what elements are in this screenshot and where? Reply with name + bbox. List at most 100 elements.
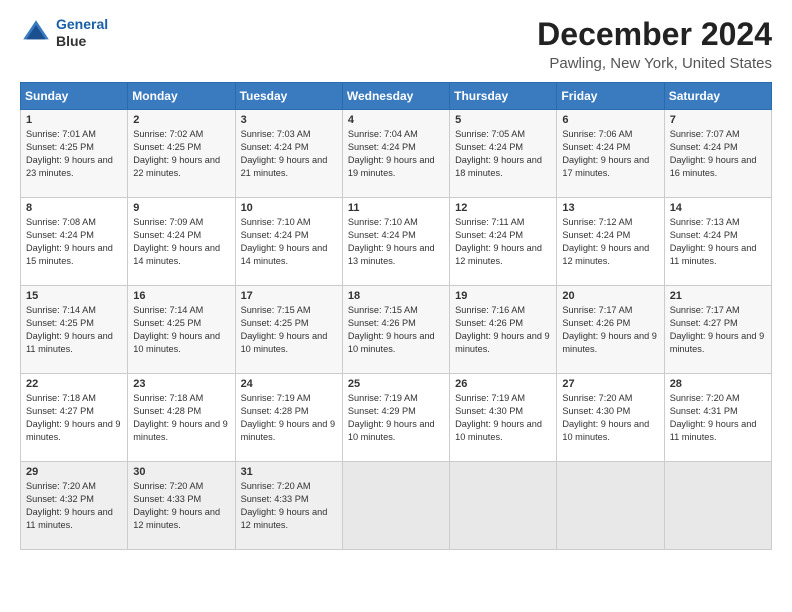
cell-content: Sunrise: 7:03 AM Sunset: 4:24 PM Dayligh… [241, 128, 337, 180]
day-number: 12 [455, 202, 551, 214]
main-title: December 2024 [537, 16, 772, 53]
cell-content: Sunrise: 7:19 AM Sunset: 4:30 PM Dayligh… [455, 392, 551, 444]
calendar-cell: 11Sunrise: 7:10 AM Sunset: 4:24 PM Dayli… [342, 198, 449, 286]
week-row-1: 1 Sunrise: 7:01 AM Sunset: 4:25 PM Daylig… [21, 110, 772, 198]
cell-content: Sunrise: 7:04 AM Sunset: 4:24 PM Dayligh… [348, 128, 444, 180]
day-number: 9 [133, 202, 229, 214]
cell-content: Sunrise: 7:14 AM Sunset: 4:25 PM Dayligh… [133, 304, 229, 356]
day-number: 3 [241, 114, 337, 126]
calendar-cell: 7Sunrise: 7:07 AM Sunset: 4:24 PM Daylig… [664, 110, 771, 198]
calendar-cell: 1 Sunrise: 7:01 AM Sunset: 4:25 PM Daylig… [21, 110, 128, 198]
subtitle: Pawling, New York, United States [537, 55, 772, 72]
col-header-monday: Monday [128, 83, 235, 110]
calendar-cell: 15 Sunrise: 7:14 AM Sunset: 4:25 PM Dayli… [21, 286, 128, 374]
day-number: 14 [670, 202, 766, 214]
cell-content: Sunrise: 7:06 AM Sunset: 4:24 PM Dayligh… [562, 128, 658, 180]
calendar-cell: 23 Sunrise: 7:18 AM Sunset: 4:28 PM Dayli… [128, 374, 235, 462]
day-number: 22 [26, 378, 122, 390]
cell-content: Sunrise: 7:12 AM Sunset: 4:24 PM Dayligh… [562, 216, 658, 268]
calendar-cell: 30Sunrise: 7:20 AM Sunset: 4:33 PM Dayli… [128, 462, 235, 550]
week-row-2: 8Sunrise: 7:08 AM Sunset: 4:24 PM Daylig… [21, 198, 772, 286]
col-header-wednesday: Wednesday [342, 83, 449, 110]
day-number: 17 [241, 290, 337, 302]
col-header-saturday: Saturday [664, 83, 771, 110]
title-block: December 2024 Pawling, New York, United … [537, 16, 772, 72]
calendar-cell: 19 Sunrise: 7:16 AM Sunset: 4:26 PM Dayli… [450, 286, 557, 374]
cell-content: Sunrise: 7:01 AM Sunset: 4:25 PM Dayligh… [26, 128, 122, 180]
cell-content: Sunrise: 7:20 AM Sunset: 4:30 PM Dayligh… [562, 392, 658, 444]
calendar-cell: 24 Sunrise: 7:19 AM Sunset: 4:28 PM Dayli… [235, 374, 342, 462]
cell-content: Sunrise: 7:20 AM Sunset: 4:31 PM Dayligh… [670, 392, 766, 444]
calendar-cell: 20Sunrise: 7:17 AM Sunset: 4:26 PM Dayli… [557, 286, 664, 374]
day-number: 2 [133, 114, 229, 126]
page: General Blue December 2024 Pawling, New … [0, 0, 792, 612]
day-number: 23 [133, 378, 229, 390]
logo: General Blue [20, 16, 108, 50]
calendar-cell [342, 462, 449, 550]
calendar-cell: 4 Sunrise: 7:04 AM Sunset: 4:24 PM Daylig… [342, 110, 449, 198]
calendar-cell: 14 Sunrise: 7:13 AM Sunset: 4:24 PM Dayli… [664, 198, 771, 286]
cell-content: Sunrise: 7:16 AM Sunset: 4:26 PM Dayligh… [455, 304, 551, 356]
calendar-cell: 6Sunrise: 7:06 AM Sunset: 4:24 PM Daylig… [557, 110, 664, 198]
day-number: 21 [670, 290, 766, 302]
week-row-3: 15 Sunrise: 7:14 AM Sunset: 4:25 PM Dayli… [21, 286, 772, 374]
cell-content: Sunrise: 7:15 AM Sunset: 4:25 PM Dayligh… [241, 304, 337, 356]
calendar-table: SundayMondayTuesdayWednesdayThursdayFrid… [20, 82, 772, 550]
header: General Blue December 2024 Pawling, New … [20, 16, 772, 72]
col-header-tuesday: Tuesday [235, 83, 342, 110]
calendar-cell: 26 Sunrise: 7:19 AM Sunset: 4:30 PM Dayli… [450, 374, 557, 462]
calendar-cell: 8Sunrise: 7:08 AM Sunset: 4:24 PM Daylig… [21, 198, 128, 286]
day-number: 25 [348, 378, 444, 390]
calendar-body: 1 Sunrise: 7:01 AM Sunset: 4:25 PM Daylig… [21, 110, 772, 550]
day-number: 15 [26, 290, 122, 302]
day-number: 16 [133, 290, 229, 302]
cell-content: Sunrise: 7:18 AM Sunset: 4:28 PM Dayligh… [133, 392, 229, 444]
day-number: 20 [562, 290, 658, 302]
day-number: 26 [455, 378, 551, 390]
calendar-cell [664, 462, 771, 550]
cell-content: Sunrise: 7:10 AM Sunset: 4:24 PM Dayligh… [241, 216, 337, 268]
cell-content: Sunrise: 7:19 AM Sunset: 4:28 PM Dayligh… [241, 392, 337, 444]
calendar-cell: 29Sunrise: 7:20 AM Sunset: 4:32 PM Dayli… [21, 462, 128, 550]
day-number: 5 [455, 114, 551, 126]
cell-content: Sunrise: 7:18 AM Sunset: 4:27 PM Dayligh… [26, 392, 122, 444]
cell-content: Sunrise: 7:15 AM Sunset: 4:26 PM Dayligh… [348, 304, 444, 356]
calendar-cell: 13 Sunrise: 7:12 AM Sunset: 4:24 PM Dayli… [557, 198, 664, 286]
cell-content: Sunrise: 7:13 AM Sunset: 4:24 PM Dayligh… [670, 216, 766, 268]
calendar-cell: 12Sunrise: 7:11 AM Sunset: 4:24 PM Dayli… [450, 198, 557, 286]
cell-content: Sunrise: 7:20 AM Sunset: 4:32 PM Dayligh… [26, 480, 122, 532]
day-number: 10 [241, 202, 337, 214]
calendar-cell: 21Sunrise: 7:17 AM Sunset: 4:27 PM Dayli… [664, 286, 771, 374]
day-number: 1 [26, 114, 122, 126]
day-number: 8 [26, 202, 122, 214]
calendar-cell [450, 462, 557, 550]
week-row-4: 22 Sunrise: 7:18 AM Sunset: 4:27 PM Dayli… [21, 374, 772, 462]
day-number: 27 [562, 378, 658, 390]
calendar-cell: 27 Sunrise: 7:20 AM Sunset: 4:30 PM Dayli… [557, 374, 664, 462]
calendar-cell: 18 Sunrise: 7:15 AM Sunset: 4:26 PM Dayli… [342, 286, 449, 374]
calendar-cell: 31Sunrise: 7:20 AM Sunset: 4:33 PM Dayli… [235, 462, 342, 550]
col-header-sunday: Sunday [21, 83, 128, 110]
col-header-friday: Friday [557, 83, 664, 110]
calendar-cell: 10 Sunrise: 7:10 AM Sunset: 4:24 PM Dayli… [235, 198, 342, 286]
day-number: 18 [348, 290, 444, 302]
cell-content: Sunrise: 7:14 AM Sunset: 4:25 PM Dayligh… [26, 304, 122, 356]
day-number: 7 [670, 114, 766, 126]
calendar-header: SundayMondayTuesdayWednesdayThursdayFrid… [21, 83, 772, 110]
calendar-cell: 28Sunrise: 7:20 AM Sunset: 4:31 PM Dayli… [664, 374, 771, 462]
day-number: 24 [241, 378, 337, 390]
day-number: 4 [348, 114, 444, 126]
col-header-thursday: Thursday [450, 83, 557, 110]
calendar-cell: 22 Sunrise: 7:18 AM Sunset: 4:27 PM Dayli… [21, 374, 128, 462]
cell-content: Sunrise: 7:20 AM Sunset: 4:33 PM Dayligh… [241, 480, 337, 532]
calendar-cell: 25 Sunrise: 7:19 AM Sunset: 4:29 PM Dayli… [342, 374, 449, 462]
day-number: 13 [562, 202, 658, 214]
week-row-5: 29Sunrise: 7:20 AM Sunset: 4:32 PM Dayli… [21, 462, 772, 550]
cell-content: Sunrise: 7:19 AM Sunset: 4:29 PM Dayligh… [348, 392, 444, 444]
cell-content: Sunrise: 7:02 AM Sunset: 4:25 PM Dayligh… [133, 128, 229, 180]
cell-content: Sunrise: 7:10 AM Sunset: 4:24 PM Dayligh… [348, 216, 444, 268]
day-number: 19 [455, 290, 551, 302]
logo-text: General Blue [56, 16, 108, 50]
calendar-cell [557, 462, 664, 550]
calendar-cell: 2 Sunrise: 7:02 AM Sunset: 4:25 PM Daylig… [128, 110, 235, 198]
